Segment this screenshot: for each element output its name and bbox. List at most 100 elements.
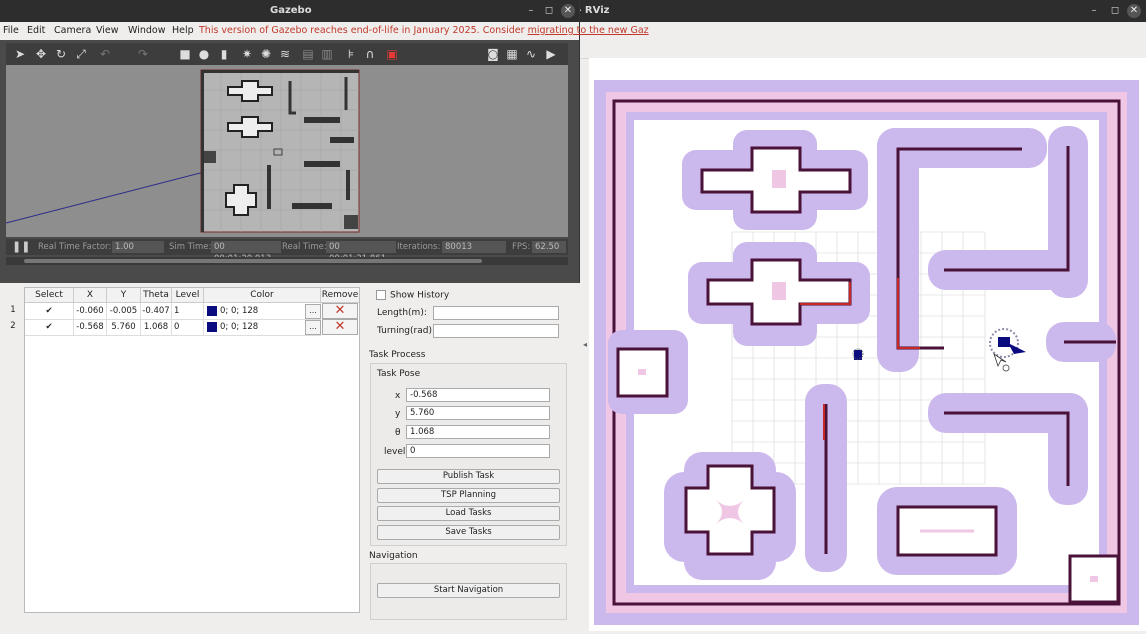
translate-icon[interactable]: ✥	[33, 46, 49, 62]
cell-level[interactable]: 1	[172, 303, 204, 320]
minimize-icon[interactable]: –	[1087, 4, 1101, 18]
col-header-color[interactable]: Color	[204, 288, 321, 303]
cell-color[interactable]: 0; 0; 128	[204, 319, 321, 336]
start-navigation-button[interactable]: Start Navigation	[377, 583, 560, 598]
col-header-x[interactable]: X	[74, 288, 107, 303]
sim-time-label: Sim Time:	[169, 242, 212, 252]
menu-view[interactable]: View	[96, 25, 119, 36]
scale-icon[interactable]: ⤢	[73, 46, 89, 62]
cell-color[interactable]: 0; 0; 128	[204, 303, 321, 320]
gazebo-3d-scene[interactable]	[6, 65, 568, 237]
copy-icon[interactable]: ▤	[300, 46, 316, 62]
sim-time-value: 00 00:01:20.013	[211, 241, 281, 264]
select-checkbox[interactable]: ✔	[25, 303, 74, 320]
theta-label: θ	[395, 428, 401, 438]
color-picker-button[interactable]: ...	[305, 320, 321, 335]
col-header-remove[interactable]: Remove	[321, 288, 359, 303]
color-picker-button[interactable]: ...	[305, 304, 321, 319]
box-shape-icon[interactable]: ■	[177, 46, 193, 62]
cell-level[interactable]: 0	[172, 319, 204, 336]
align-icon[interactable]: ⊧	[343, 46, 359, 62]
pose-theta-input[interactable]: 1.068	[406, 425, 550, 439]
navigation-heading: Navigation	[369, 551, 418, 561]
menu-window[interactable]: Window	[128, 25, 165, 36]
minimize-icon[interactable]: –	[524, 4, 538, 18]
redo-icon[interactable]: ↷	[135, 46, 151, 62]
pose-y-input[interactable]: 5.760	[406, 406, 550, 420]
menu-help[interactable]: Help	[172, 25, 194, 36]
point-light-icon[interactable]: ✷	[239, 46, 255, 62]
cylinder-shape-icon[interactable]: ▮	[216, 46, 232, 62]
col-header-y[interactable]: Y	[107, 288, 141, 303]
log-icon[interactable]: ▦	[504, 46, 520, 62]
load-tasks-button[interactable]: Load Tasks	[377, 506, 560, 521]
gazebo-title-bar: Gazebo – ◻ ✕	[0, 0, 579, 22]
sphere-shape-icon[interactable]: ●	[196, 46, 212, 62]
task-pose-heading: Task Pose	[377, 369, 421, 379]
change-view-icon[interactable]: ▣	[384, 46, 400, 62]
scrollbar-thumb[interactable]	[24, 259, 482, 263]
fps-value: 62.50	[532, 241, 566, 253]
task-table[interactable]: Select X Y Theta Level Color Remove 1 ✔ …	[10, 287, 360, 613]
col-header-level[interactable]: Level	[172, 288, 204, 303]
collapse-left-icon[interactable]: ◂	[583, 340, 587, 349]
cell-x[interactable]: -0.568	[74, 319, 107, 336]
snap-icon[interactable]: ∩	[362, 46, 378, 62]
plot-icon[interactable]: ∿	[523, 46, 539, 62]
gazebo-toolbar: ➤ ✥ ↻ ⤢ ↶ ↷ ■ ● ▮ ✷ ✺ ≋ ▤ ▥ ⊧ ∩ ▣ ◙ ▦ ∿ …	[6, 43, 568, 65]
migration-link[interactable]: migrating to the new Gaz	[528, 25, 649, 36]
select-checkbox[interactable]: ✔	[25, 319, 74, 336]
color-swatch	[207, 321, 217, 332]
x-label: x	[395, 391, 401, 401]
length-input[interactable]	[433, 306, 559, 320]
pose-x-input[interactable]: -0.568	[406, 388, 550, 402]
undo-icon[interactable]: ↶	[97, 46, 113, 62]
vertical-wall-center	[805, 384, 847, 572]
box-left	[608, 330, 688, 414]
rviz-3d-view[interactable]	[589, 58, 1146, 631]
eol-notice-text: This version of Gazebo reaches end-of-li…	[199, 25, 528, 36]
menu-edit[interactable]: Edit	[27, 25, 45, 36]
remove-button[interactable]: ✕	[322, 303, 358, 319]
paste-icon[interactable]: ▥	[319, 46, 335, 62]
cell-y[interactable]: -0.005	[107, 303, 141, 320]
cell-x[interactable]: -0.060	[74, 303, 107, 320]
gazebo-window-title: Gazebo	[270, 5, 312, 16]
pause-icon[interactable]: ❚❚	[12, 240, 30, 253]
length-label: Length(m):	[377, 308, 427, 318]
color-value: 0; 0; 128	[220, 306, 259, 316]
screenshot-icon[interactable]: ◙	[485, 46, 501, 62]
col-header-theta[interactable]: Theta	[141, 288, 172, 303]
maximize-icon[interactable]: ◻	[542, 4, 556, 18]
show-history-checkbox[interactable]: Show History	[376, 290, 449, 301]
rotate-icon[interactable]: ↻	[53, 46, 69, 62]
rviz-toolbar	[580, 22, 1146, 59]
scene-scrollbar[interactable]	[6, 257, 568, 265]
close-icon[interactable]: ✕	[561, 4, 575, 18]
spot-light-icon[interactable]: ✺	[258, 46, 274, 62]
menu-camera[interactable]: Camera	[54, 25, 91, 36]
remove-button[interactable]: ✕	[322, 319, 358, 335]
select-arrow-icon[interactable]: ➤	[12, 46, 28, 62]
tsp-planning-button[interactable]: TSP Planning	[377, 488, 560, 503]
maximize-icon[interactable]: ◻	[1108, 4, 1122, 18]
cell-theta[interactable]: -0.407	[141, 303, 172, 320]
gazebo-status-bar: ❚❚ Real Time Factor: 1.00 Sim Time: 00 0…	[6, 239, 568, 264]
checkbox-box[interactable]	[376, 290, 386, 300]
video-record-icon[interactable]: ▶	[543, 46, 559, 62]
turning-input[interactable]	[433, 324, 559, 338]
cell-y[interactable]: 5.760	[107, 319, 141, 336]
cell-theta[interactable]: 1.068	[141, 319, 172, 336]
cell-level-value: 0	[174, 322, 180, 332]
gazebo-menu-bar: File Edit Camera View Window Help This v…	[0, 22, 649, 40]
menu-file[interactable]: File	[3, 25, 19, 36]
publish-task-button[interactable]: Publish Task	[377, 469, 560, 484]
fps-label: FPS:	[512, 242, 531, 252]
y-label: y	[395, 409, 401, 419]
pose-level-input[interactable]: 0	[406, 444, 550, 458]
save-tasks-button[interactable]: Save Tasks	[377, 525, 560, 540]
close-icon[interactable]: ✕	[1127, 4, 1141, 18]
col-header-select[interactable]: Select	[25, 288, 74, 303]
directional-light-icon[interactable]: ≋	[277, 46, 293, 62]
cell-level-value: 1	[174, 306, 180, 316]
